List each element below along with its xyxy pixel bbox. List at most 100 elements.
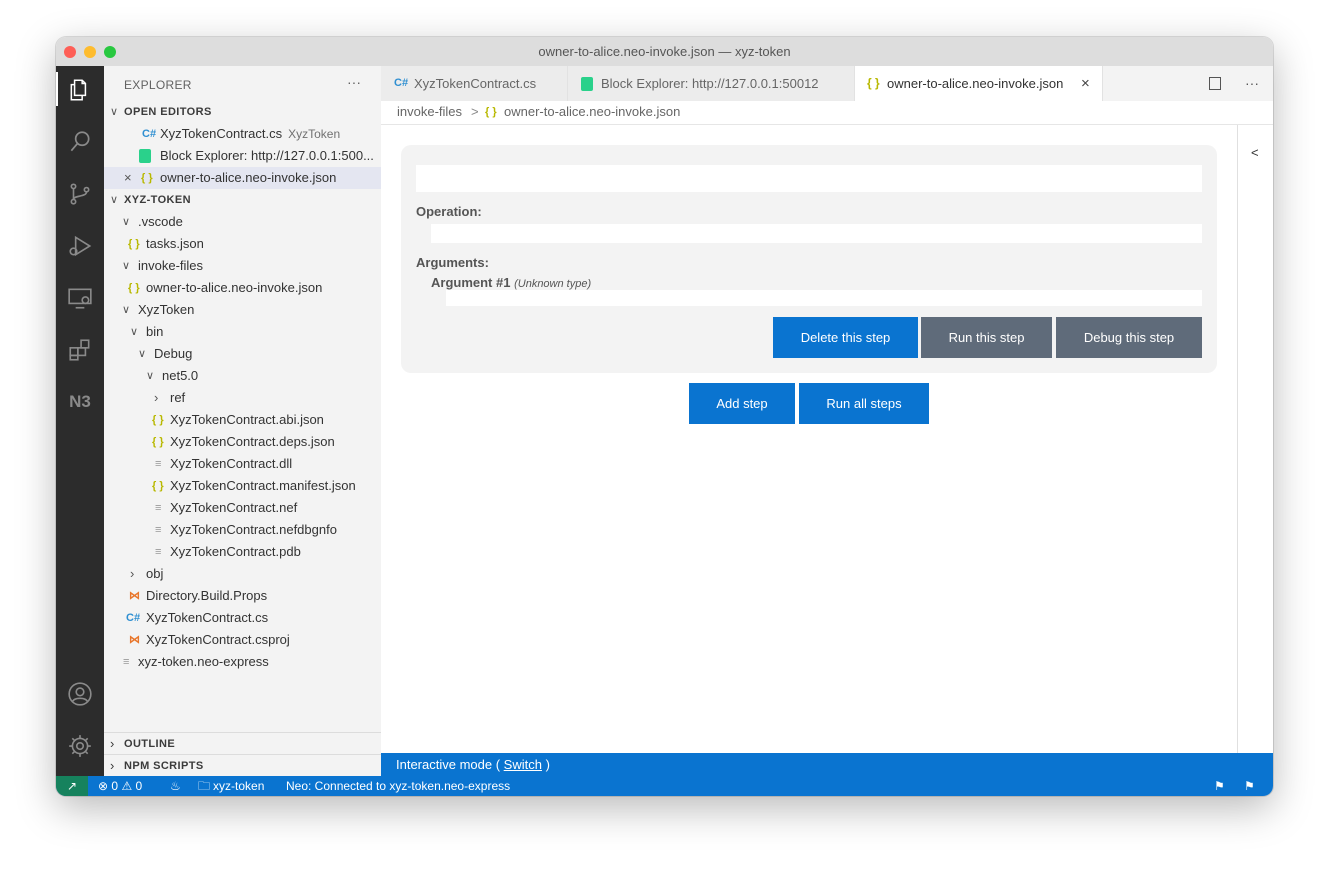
open-editor-item[interactable]: C# XyzTokenContract.cs XyzToken <box>104 123 381 145</box>
warning-count: 0 <box>135 779 143 793</box>
files-icon[interactable] <box>64 74 96 106</box>
tree-file[interactable]: { } owner-to-alice.neo-invoke.json <box>104 277 381 299</box>
tree-file[interactable]: { } XyzTokenContract.deps.json <box>104 431 381 453</box>
run-debug-icon[interactable] <box>64 230 96 262</box>
tree-label: XyzTokenContract.manifest.json <box>170 478 356 493</box>
rss-file-icon: ⋈ <box>129 590 140 602</box>
argument-type: (Unknown type) <box>514 278 592 290</box>
argument-heading: Argument #1 (Unknown type) <box>431 275 591 290</box>
json-file-icon: { } <box>128 238 140 250</box>
chevron-down-icon: ∨ <box>130 326 139 338</box>
source-control-icon[interactable] <box>64 178 96 210</box>
error-count: 0 <box>111 779 119 793</box>
tree-file[interactable]: { } XyzTokenContract.manifest.json <box>104 475 381 497</box>
tree-label: Debug <box>154 346 193 361</box>
open-editors-section[interactable]: ∨ OPEN EDITORS <box>104 101 381 123</box>
json-file-icon: { } <box>867 76 880 90</box>
search-icon[interactable] <box>64 126 96 158</box>
chevron-right-icon: › <box>110 736 115 751</box>
tree-file[interactable]: { } tasks.json <box>104 233 381 255</box>
chevron-right-icon: › <box>130 566 135 581</box>
tree-folder[interactable]: ∨ bin <box>104 321 381 343</box>
tree-file[interactable]: C# XyzTokenContract.cs <box>104 607 381 629</box>
flame-icon[interactable]: ♨ <box>170 776 181 796</box>
neo-block-explorer-icon <box>139 149 151 163</box>
tree-label: xyz-token.neo-express <box>138 654 269 669</box>
tree-folder[interactable]: ∨ net5.0 <box>104 365 381 387</box>
debug-step-button[interactable]: Debug this step <box>1056 317 1202 358</box>
npm-scripts-section[interactable]: › NPM SCRIPTS <box>104 754 381 777</box>
run-step-button[interactable]: Run this step <box>921 317 1052 358</box>
close-icon[interactable]: × <box>124 167 132 189</box>
text-file-icon: ≡ <box>155 502 162 514</box>
tree-file[interactable]: ≡ XyzTokenContract.pdb <box>104 541 381 563</box>
tree-file[interactable]: ⋈ XyzTokenContract.csproj <box>104 629 381 651</box>
tree-label: .vscode <box>138 214 183 229</box>
tree-folder[interactable]: › obj <box>104 563 381 585</box>
split-editor-icon[interactable] <box>1209 77 1222 90</box>
mode-text: Interactive mode ( <box>396 757 501 772</box>
tree-folder[interactable]: ∨ Debug <box>104 343 381 365</box>
tree-label: XyzTokenContract.deps.json <box>170 434 335 449</box>
tab-owner-to-alice[interactable]: { } owner-to-alice.neo-invoke.json × <box>855 66 1103 101</box>
open-editor-label: owner-to-alice.neo-invoke.json <box>160 170 337 185</box>
json-file-icon: { } <box>128 282 140 294</box>
bell-icon[interactable]: ⚑ <box>1244 776 1255 796</box>
argument-input[interactable] <box>446 290 1202 306</box>
feedback-icon[interactable]: ⚑ <box>1214 776 1225 796</box>
chevron-down-icon: ∨ <box>110 194 119 206</box>
account-icon[interactable] <box>64 678 96 710</box>
tab-label: owner-to-alice.neo-invoke.json <box>887 76 1064 91</box>
delete-step-button[interactable]: Delete this step <box>773 317 918 358</box>
active-indicator <box>56 72 58 106</box>
breadcrumb-folder[interactable]: invoke-files <box>397 101 462 123</box>
error-icon: ⊗ <box>98 779 109 793</box>
tree-file[interactable]: ≡ XyzTokenContract.nefdbgnfo <box>104 519 381 541</box>
tree-folder[interactable]: ∨ invoke-files <box>104 255 381 277</box>
outline-section[interactable]: › OUTLINE <box>104 732 381 755</box>
operation-input[interactable] <box>431 224 1202 243</box>
tree-label: obj <box>146 566 164 581</box>
problems-indicator[interactable]: ⊗ 0 ⚠ 0 <box>98 776 142 796</box>
tree-file[interactable]: ⋈ Directory.Build.Props <box>104 585 381 607</box>
tree-folder[interactable]: ∨ XyzToken <box>104 299 381 321</box>
open-editor-label: Block Explorer: http://127.0.0.1:500... <box>160 148 374 163</box>
operation-label: Operation: <box>416 204 482 219</box>
expand-panel-icon[interactable]: < <box>1251 145 1259 160</box>
tab-xyztokencontract-cs[interactable]: C# XyzTokenContract.cs <box>381 66 568 101</box>
tree-file[interactable]: ≡ xyz-token.neo-express <box>104 651 381 673</box>
add-step-button[interactable]: Add step <box>689 383 795 424</box>
close-icon[interactable]: × <box>1081 66 1090 101</box>
workspace-section[interactable]: ∨ XYZ-TOKEN <box>104 189 381 211</box>
tree-file[interactable]: ≡ XyzTokenContract.dll <box>104 453 381 475</box>
workspace-title: XYZ-TOKEN <box>124 194 191 206</box>
open-editor-item[interactable]: Block Explorer: http://127.0.0.1:500... <box>104 145 381 167</box>
tree-folder[interactable]: › ref <box>104 387 381 409</box>
run-all-steps-button[interactable]: Run all steps <box>799 383 929 424</box>
neo-connection-status[interactable]: Neo: Connected to xyz-token.neo-express <box>286 776 510 796</box>
folder-indicator[interactable]: 🗀 xyz-token <box>198 776 264 796</box>
more-actions-icon[interactable]: ··· <box>1245 75 1259 91</box>
tree-label: net5.0 <box>162 368 199 383</box>
csharp-file-icon: C# <box>142 128 157 140</box>
extensions-icon[interactable] <box>64 334 96 366</box>
breadcrumb-file[interactable]: owner-to-alice.neo-invoke.json <box>504 101 680 123</box>
remote-explorer-icon[interactable] <box>64 282 96 314</box>
more-actions-icon[interactable]: ··· <box>347 74 361 90</box>
tree-file[interactable]: { } XyzTokenContract.abi.json <box>104 409 381 431</box>
open-editor-desc: XyzToken <box>288 127 341 141</box>
settings-gear-icon[interactable] <box>64 730 96 762</box>
remote-indicator[interactable]: ↗ <box>56 776 88 796</box>
tree-file[interactable]: ≡ XyzTokenContract.nef <box>104 497 381 519</box>
tree-folder[interactable]: ∨ .vscode <box>104 211 381 233</box>
switch-mode-link[interactable]: Switch <box>504 757 542 772</box>
tree-label: XyzTokenContract.pdb <box>170 544 301 559</box>
open-editor-item[interactable]: × { } owner-to-alice.neo-invoke.json <box>104 167 381 189</box>
text-file-icon: ≡ <box>155 524 162 536</box>
tree-label: tasks.json <box>146 236 204 251</box>
tree-label: owner-to-alice.neo-invoke.json <box>146 280 323 295</box>
contract-input[interactable] <box>416 165 1202 192</box>
neo-n3-icon[interactable]: N3 <box>64 386 96 418</box>
tab-block-explorer[interactable]: Block Explorer: http://127.0.0.1:50012 <box>568 66 855 101</box>
tree-label: XyzTokenContract.dll <box>170 456 293 471</box>
